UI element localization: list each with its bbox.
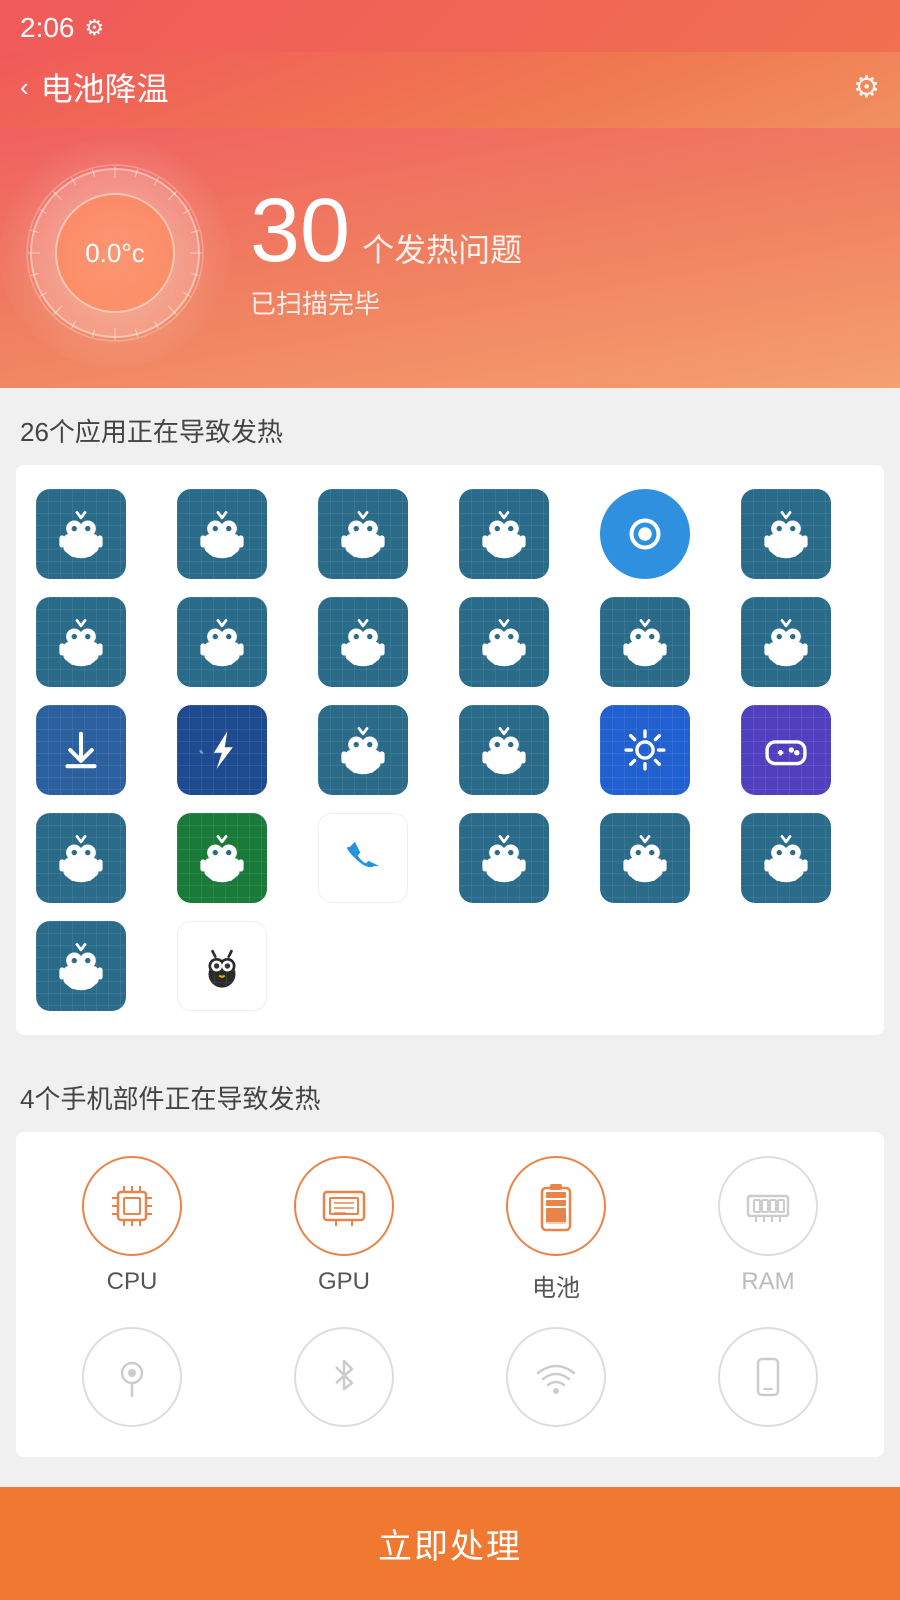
hero-section: 0.0°c 30 个发热问题 已扫描完毕: [0, 128, 900, 388]
app-icon-19[interactable]: [36, 813, 126, 903]
component-gpu[interactable]: GPU: [248, 1156, 440, 1303]
scan-status: 已扫描完毕: [250, 284, 880, 321]
app-icon-16[interactable]: [459, 705, 549, 795]
apps-section-title: 26个应用正在导致发热: [20, 417, 283, 447]
back-button[interactable]: ‹: [20, 72, 29, 103]
page-title: 电池降温: [41, 64, 169, 110]
app-icon-9[interactable]: [318, 597, 408, 687]
gpu-icon: [316, 1178, 372, 1234]
app-icon-13[interactable]: [36, 705, 126, 795]
battery-icon: [528, 1178, 584, 1234]
status-bar: 2:06 ⚙: [0, 0, 900, 52]
app-icon-1[interactable]: [36, 489, 126, 579]
bluetooth-icon: [318, 1351, 370, 1403]
issue-count: 30 个发热问题: [250, 186, 880, 276]
app-icon-12[interactable]: [741, 597, 831, 687]
app-icon-6[interactable]: [741, 489, 831, 579]
bluetooth-circle: [294, 1327, 394, 1427]
hero-info: 30 个发热问题 已扫描完毕: [250, 186, 880, 321]
header-left: ‹ 电池降温: [20, 64, 169, 110]
wifi-icon: [530, 1351, 582, 1403]
location-icon: [106, 1351, 158, 1403]
cpu-icon: [104, 1178, 160, 1234]
app-icon-3[interactable]: [318, 489, 408, 579]
wifi-circle: [506, 1327, 606, 1427]
ram-icon: [740, 1178, 796, 1234]
apps-card: [16, 465, 884, 1035]
action-bar: 立即处理: [0, 1487, 900, 1600]
app-icon-20[interactable]: [177, 813, 267, 903]
temperature-value: 0.0°c: [85, 239, 145, 268]
app-icon-14[interactable]: [177, 705, 267, 795]
apps-grid: [36, 489, 864, 1011]
issue-number: 30: [250, 186, 350, 276]
components-section-header: 4个手机部件正在导致发热: [0, 1055, 900, 1132]
component-bluetooth[interactable]: [248, 1327, 440, 1427]
app-icon-11[interactable]: [600, 597, 690, 687]
app-icon-24[interactable]: [741, 813, 831, 903]
cpu-label: CPU: [107, 1268, 158, 1296]
temp-circle-outer: 0.0°c: [30, 168, 200, 338]
components-row-2: [36, 1327, 864, 1427]
app-icon-22[interactable]: [459, 813, 549, 903]
ram-label: RAM: [741, 1268, 794, 1296]
cpu-circle: [82, 1156, 182, 1256]
app-icon-21[interactable]: [318, 813, 408, 903]
screen-circle: [718, 1327, 818, 1427]
app-icon-17[interactable]: [600, 705, 690, 795]
header-settings-icon[interactable]: ⚙: [853, 70, 880, 105]
status-time: 2:06: [20, 12, 75, 44]
app-icon-10[interactable]: [459, 597, 549, 687]
ram-circle: [718, 1156, 818, 1256]
app-icon-4[interactable]: [459, 489, 549, 579]
screen-icon: [742, 1351, 794, 1403]
component-wifi[interactable]: [460, 1327, 652, 1427]
battery-circle: [506, 1156, 606, 1256]
apps-section-header: 26个应用正在导致发热: [0, 388, 900, 465]
header: ‹ 电池降温 ⚙: [0, 52, 900, 128]
status-settings-icon: ⚙: [85, 15, 105, 41]
location-circle: [82, 1327, 182, 1427]
app-icon-8[interactable]: [177, 597, 267, 687]
component-cpu[interactable]: CPU: [36, 1156, 228, 1303]
battery-label: 电池: [532, 1268, 580, 1303]
app-icon-15[interactable]: [318, 705, 408, 795]
components-row-1: CPU GPU: [36, 1156, 864, 1303]
app-icon-18[interactable]: [741, 705, 831, 795]
temperature-display: 0.0°c: [20, 158, 210, 348]
gpu-label: GPU: [318, 1268, 370, 1296]
app-icon-5[interactable]: [600, 489, 690, 579]
action-button[interactable]: 立即处理: [0, 1487, 900, 1600]
component-ram[interactable]: RAM: [672, 1156, 864, 1303]
component-screen[interactable]: [672, 1327, 864, 1427]
app-icon-2[interactable]: [177, 489, 267, 579]
issue-label: 个发热问题: [362, 225, 522, 271]
component-battery[interactable]: 电池: [460, 1156, 652, 1303]
components-section-title: 4个手机部件正在导致发热: [20, 1084, 320, 1114]
component-location[interactable]: [36, 1327, 228, 1427]
app-icon-26[interactable]: [177, 921, 267, 1011]
temp-circle-inner: 0.0°c: [55, 193, 175, 313]
app-icon-23[interactable]: [600, 813, 690, 903]
components-card: CPU GPU: [16, 1132, 884, 1457]
gpu-circle: [294, 1156, 394, 1256]
app-icon-25[interactable]: [36, 921, 126, 1011]
app-icon-7[interactable]: [36, 597, 126, 687]
